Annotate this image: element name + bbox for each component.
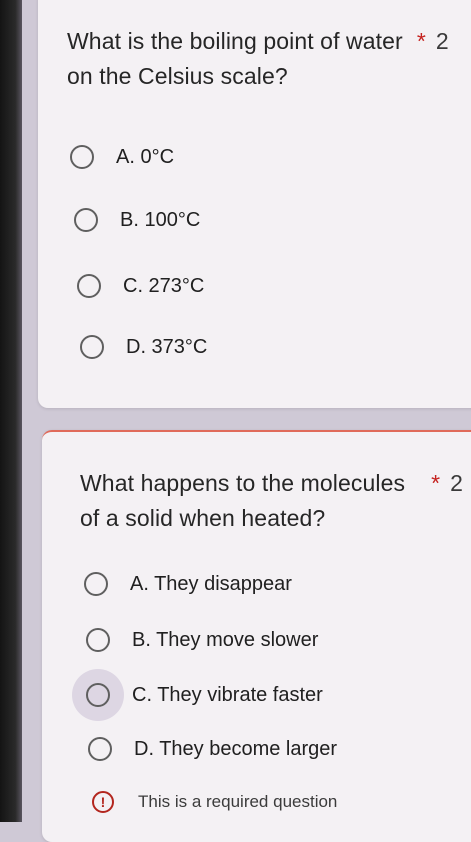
q2-option-a-label: A. They disappear bbox=[130, 572, 292, 595]
question-1-line-2: on the Celsius scale? bbox=[67, 63, 288, 89]
question-1-text-line-1: What is the boiling point of water bbox=[67, 28, 403, 54]
q1-option-d[interactable]: D. 373°C bbox=[80, 335, 207, 359]
question-1-line-1: What is the boiling point of water * 2 bbox=[67, 24, 449, 59]
radio-button-icon[interactable] bbox=[74, 208, 98, 232]
required-asterisk: * bbox=[431, 470, 441, 496]
required-error-text: This is a required question bbox=[138, 792, 338, 811]
question-2-title: What happens to the molecules * 2 p of a s… bbox=[80, 466, 471, 536]
question-2-text-line-1: What happens to the molecules bbox=[80, 470, 406, 496]
q2-option-d[interactable]: D. They become larger bbox=[88, 737, 337, 761]
radio-button-icon[interactable] bbox=[88, 737, 112, 761]
question-2-points: 2 p bbox=[450, 470, 471, 496]
q1-option-c-label: C. 273°C bbox=[123, 274, 205, 297]
q1-option-d-label: D. 373°C bbox=[126, 335, 208, 358]
required-error: ! This is a required question bbox=[92, 791, 337, 813]
radio-button-icon[interactable] bbox=[70, 145, 94, 169]
radio-button-icon[interactable] bbox=[86, 683, 110, 707]
question-2-line-1: What happens to the molecules * 2 p bbox=[80, 466, 471, 501]
question-2-line-2: of a solid when heated? bbox=[80, 505, 326, 531]
q1-option-b-label: B. 100°C bbox=[120, 208, 201, 231]
q1-option-c[interactable]: C. 273°C bbox=[77, 274, 204, 298]
q2-option-d-label: D. They become larger bbox=[134, 737, 338, 760]
q2-option-c-label: C. They vibrate faster bbox=[132, 683, 323, 706]
required-asterisk: * bbox=[416, 28, 426, 54]
radio-button-icon[interactable] bbox=[86, 628, 110, 652]
radio-button-focused[interactable] bbox=[72, 669, 124, 721]
q1-option-a[interactable]: A. 0°C bbox=[70, 145, 174, 169]
radio-button-icon[interactable] bbox=[77, 274, 101, 298]
question-1-points: 2 bbox=[435, 28, 449, 54]
q2-option-b[interactable]: B. They move slower bbox=[86, 628, 318, 652]
device-bezel bbox=[0, 0, 22, 822]
q2-option-a[interactable]: A. They disappear bbox=[84, 572, 292, 596]
q2-option-c[interactable]: C. They vibrate faster bbox=[72, 669, 323, 721]
radio-button-icon[interactable] bbox=[84, 572, 108, 596]
q1-option-b[interactable]: B. 100°C bbox=[74, 208, 200, 232]
error-icon: ! bbox=[92, 791, 114, 813]
q2-option-b-label: B. They move slower bbox=[132, 628, 319, 651]
question-1-title: What is the boiling point of water * 2 on … bbox=[67, 24, 449, 94]
radio-button-icon[interactable] bbox=[80, 335, 104, 359]
q1-option-a-label: A. 0°C bbox=[116, 145, 175, 168]
